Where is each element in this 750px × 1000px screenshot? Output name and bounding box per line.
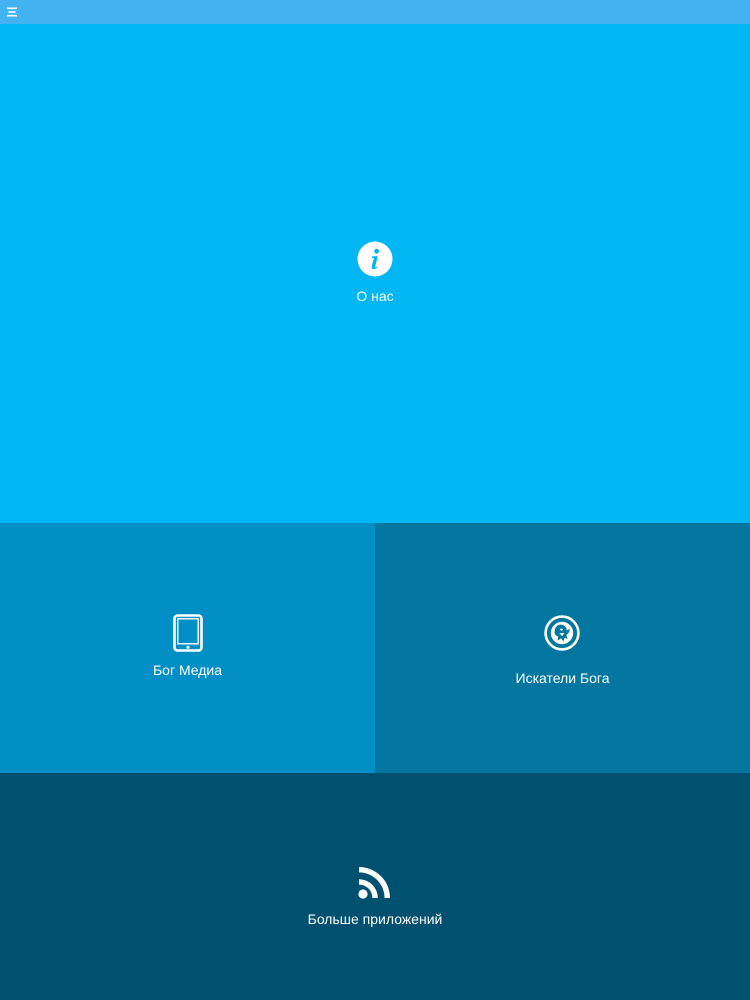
app-screen: О нас Бог Медиа Искатели Бога Больше при… bbox=[0, 0, 750, 1000]
info-icon bbox=[357, 241, 393, 277]
rss-icon bbox=[358, 867, 390, 899]
seekers-emblem-icon bbox=[544, 615, 580, 651]
menu-icon[interactable] bbox=[6, 6, 18, 18]
tile-god-seekers-label: Искатели Бога bbox=[515, 670, 610, 686]
tile-more-apps[interactable]: Больше приложений bbox=[0, 773, 750, 1000]
tile-god-seekers[interactable]: Искатели Бога bbox=[375, 523, 750, 773]
tile-about-label: О нас bbox=[356, 288, 394, 304]
top-bar bbox=[0, 0, 750, 24]
tablet-icon bbox=[173, 614, 203, 652]
tile-about[interactable]: О нас bbox=[0, 24, 750, 523]
tile-more-apps-label: Больше приложений bbox=[307, 911, 443, 927]
tile-god-media[interactable]: Бог Медиа bbox=[0, 523, 375, 773]
tile-god-media-label: Бог Медиа bbox=[152, 662, 223, 678]
